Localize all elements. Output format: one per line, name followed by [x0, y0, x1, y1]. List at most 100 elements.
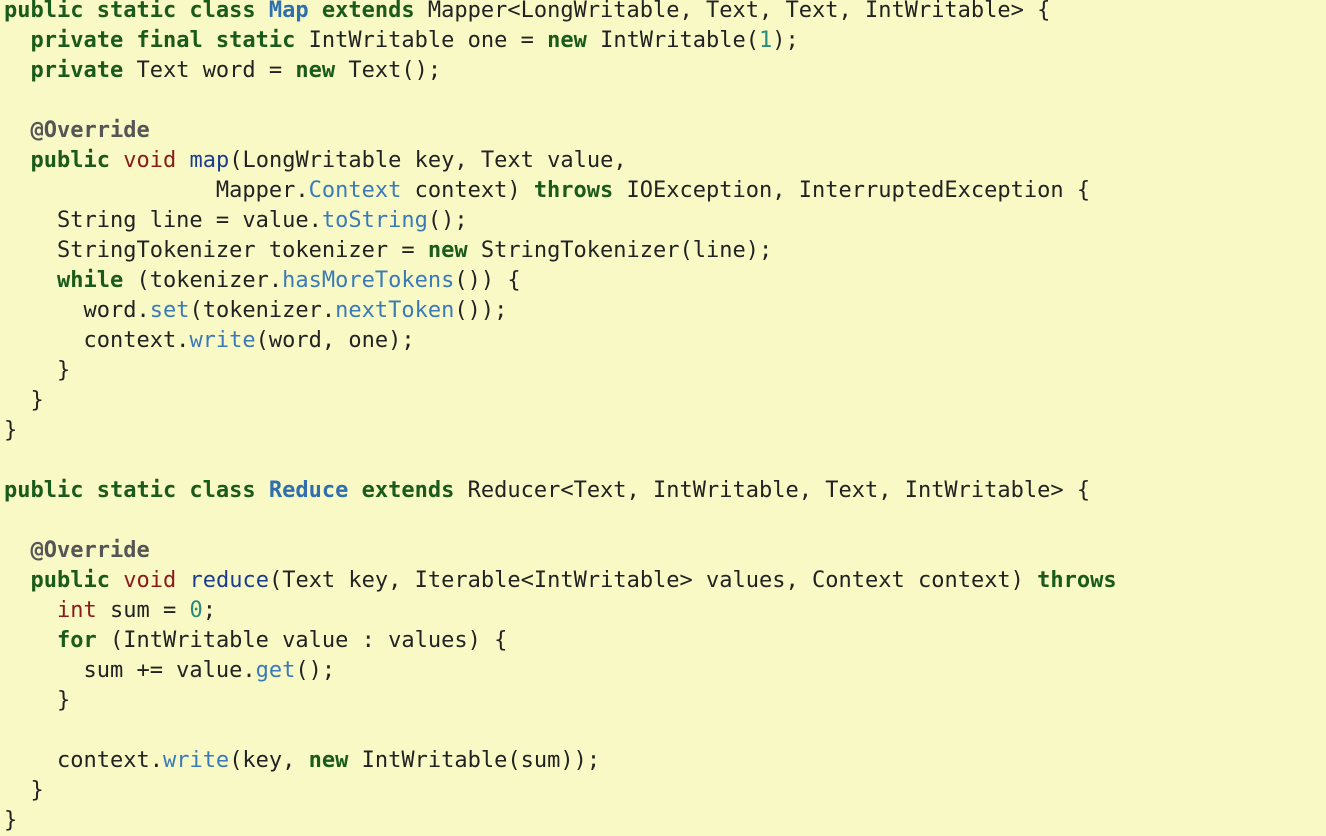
code-token: Map	[268, 0, 309, 23]
code-token: get	[255, 658, 296, 683]
code-token: private	[30, 58, 124, 83]
code-token: public	[30, 568, 110, 593]
code-line[interactable]: }	[4, 686, 1117, 716]
code-line[interactable]: }	[4, 356, 1117, 386]
code-token: IntWritable one =	[295, 28, 548, 53]
code-token: (IntWritable value : values) {	[96, 628, 508, 653]
code-token: (key,	[229, 748, 309, 773]
code-token: }	[4, 688, 71, 713]
code-line[interactable]: context.write(word, one);	[4, 326, 1117, 356]
code-line[interactable]: StringTokenizer tokenizer = new StringTo…	[4, 236, 1117, 266]
code-token: ()) {	[454, 268, 521, 293]
code-token: IOException, InterruptedException {	[613, 178, 1091, 203]
code-token: StringTokenizer tokenizer =	[4, 238, 428, 263]
code-token: extends	[348, 478, 468, 503]
code-token: public static class	[4, 478, 269, 503]
code-token: private final static	[30, 28, 296, 53]
code-token: sum =	[96, 598, 190, 623]
code-token: (LongWritable key, Text value,	[229, 148, 627, 173]
code-line[interactable]: public void map(LongWritable key, Text v…	[4, 146, 1117, 176]
code-line[interactable]: }	[4, 416, 1117, 446]
code-token: while	[56, 268, 124, 293]
code-token: @Override	[30, 538, 150, 563]
code-token: }	[4, 418, 18, 443]
code-token: }	[4, 388, 44, 413]
code-token: throws	[1037, 568, 1117, 593]
code-token: Mapper<LongWritable, Text, Text, IntWrit…	[427, 0, 1051, 23]
code-token: context.	[4, 328, 190, 353]
code-line[interactable]: public static class Reduce extends Reduc…	[4, 476, 1117, 506]
code-line[interactable]: public void reduce(Text key, Iterable<In…	[4, 566, 1117, 596]
code-line[interactable]: word.set(tokenizer.nextToken());	[4, 296, 1117, 326]
code-token: }	[4, 358, 71, 383]
code-line[interactable]: }	[4, 386, 1117, 416]
code-token: word.	[4, 298, 150, 323]
code-editor[interactable]: public static class Map extends Mapper<L…	[0, 0, 1326, 836]
code-token: toString	[321, 208, 428, 233]
code-token: (Text key, Iterable<IntWritable> values,…	[268, 568, 1038, 593]
code-line[interactable]: }	[4, 806, 1117, 836]
code-token: hasMoreTokens	[282, 268, 455, 293]
code-token: IntWritable(	[586, 28, 760, 53]
code-token: ;	[202, 598, 216, 623]
code-token: int	[56, 598, 97, 623]
code-line[interactable]: @Override	[4, 116, 1117, 146]
code-token: ();	[295, 658, 336, 683]
code-token: write	[189, 328, 256, 353]
code-line[interactable]: for (IntWritable value : values) {	[4, 626, 1117, 656]
code-block[interactable]: public static class Map extends Mapper<L…	[4, 0, 1117, 836]
code-line[interactable]: int sum = 0;	[4, 596, 1117, 626]
code-token: map	[189, 148, 230, 173]
code-line[interactable]: private Text word = new Text();	[4, 56, 1117, 86]
code-token: ());	[454, 298, 508, 323]
code-line[interactable]: context.write(key, new IntWritable(sum))…	[4, 746, 1117, 776]
code-token: new	[427, 238, 468, 263]
code-line[interactable]: ​	[4, 446, 1117, 476]
code-token: Context	[308, 178, 402, 203]
code-token: public static class	[4, 0, 269, 23]
code-token: reduce	[189, 568, 269, 593]
code-token: (tokenizer.	[189, 298, 336, 323]
code-token: public	[30, 148, 110, 173]
code-token: (tokenizer.	[123, 268, 283, 293]
code-token: @Override	[30, 118, 150, 143]
code-token: (word, one);	[255, 328, 415, 353]
code-token: 1	[759, 28, 773, 53]
code-line[interactable]: public static class Map extends Mapper<L…	[4, 0, 1117, 26]
code-token: for	[56, 628, 97, 653]
code-line[interactable]: @Override	[4, 536, 1117, 566]
code-line[interactable]: ​	[4, 86, 1117, 116]
code-line[interactable]: ​	[4, 716, 1117, 746]
code-token: IntWritable(sum));	[348, 748, 601, 773]
code-line[interactable]: String line = value.toString();	[4, 206, 1117, 236]
code-token: 0	[189, 598, 203, 623]
code-line[interactable]: Mapper.Context context) throws IOExcepti…	[4, 176, 1117, 206]
code-token: Reducer<Text, IntWritable, Text, IntWrit…	[467, 478, 1091, 503]
code-token: extends	[308, 0, 428, 23]
code-line[interactable]: sum += value.get();	[4, 656, 1117, 686]
code-token: set	[149, 298, 190, 323]
code-token: Text word =	[123, 58, 296, 83]
code-line[interactable]: while (tokenizer.hasMoreTokens()) {	[4, 266, 1117, 296]
code-token: }	[4, 808, 18, 833]
code-token: new	[547, 28, 587, 53]
code-line[interactable]: }	[4, 776, 1117, 806]
code-token: Reduce	[268, 478, 349, 503]
code-token: }	[4, 778, 44, 803]
code-line[interactable]: private final static IntWritable one = n…	[4, 26, 1117, 56]
code-line[interactable]: ​	[4, 506, 1117, 536]
code-token: Mapper.	[4, 178, 309, 203]
code-token: ();	[427, 208, 468, 233]
